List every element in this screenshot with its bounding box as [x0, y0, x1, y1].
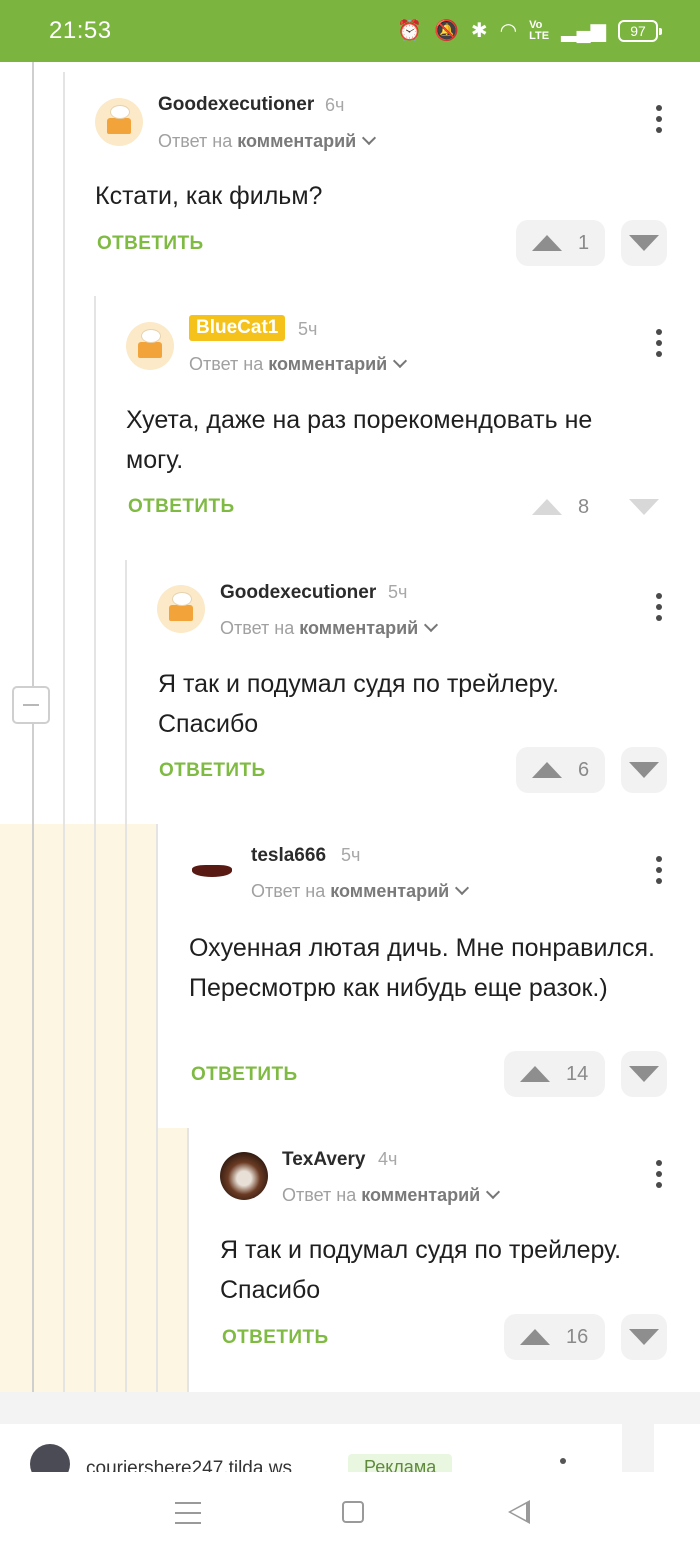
upvote-button[interactable]: 8: [516, 484, 605, 530]
ad-label: Реклама: [348, 1454, 453, 1472]
clock: 21:53: [49, 17, 112, 44]
more-options-icon[interactable]: [649, 105, 669, 135]
comment-author[interactable]: Goodexecutioner: [220, 582, 376, 604]
reply-button[interactable]: ОТВЕТИТЬ: [97, 233, 204, 255]
arrow-down-icon: [629, 1329, 659, 1345]
reply-button[interactable]: ОТВЕТИТЬ: [191, 1064, 298, 1086]
comment-time: 4ч: [378, 1149, 398, 1169]
arrow-down-icon: [629, 499, 659, 515]
arrow-down-icon: [629, 762, 659, 778]
ad-more-icon[interactable]: [560, 1458, 566, 1464]
ad-domain[interactable]: couriershere247.tilda.ws: [86, 1458, 292, 1472]
arrow-up-icon: [532, 499, 562, 515]
status-icons: ⏰ 🔕 ✱ ◠ Vo LTE ▂▄▆ 97: [397, 18, 662, 44]
avatar[interactable]: [95, 98, 143, 146]
battery-icon: 97: [618, 20, 662, 42]
arrow-up-icon: [532, 762, 562, 778]
chevron-down-icon: [455, 880, 470, 896]
system-nav-bar: [0, 1472, 700, 1556]
more-options-icon[interactable]: [649, 593, 669, 623]
chevron-down-icon: [393, 353, 408, 369]
upvote-button[interactable]: 14: [504, 1051, 605, 1097]
arrow-up-icon: [520, 1329, 550, 1345]
more-options-icon[interactable]: [649, 1160, 669, 1190]
thread-line: [187, 1128, 189, 1392]
arrow-up-icon: [532, 235, 562, 251]
comment-text: Кстати, как фильм?: [95, 182, 323, 210]
chevron-down-icon: [486, 1184, 501, 1200]
arrow-up-icon: [520, 1066, 550, 1082]
downvote-button[interactable]: [621, 1314, 667, 1360]
ad-block: couriershere247.tilda.ws Реклама: [0, 1392, 700, 1472]
comment-author[interactable]: tesla666: [251, 845, 326, 867]
ad-logo-icon: [30, 1444, 70, 1472]
highlight-band: [0, 824, 157, 1128]
comment-author[interactable]: TexAvery: [282, 1149, 365, 1171]
avatar[interactable]: [157, 585, 205, 633]
reply-to-link[interactable]: Ответ на комментарий: [220, 617, 439, 639]
reply-to-link[interactable]: Ответ на комментарий: [158, 130, 377, 152]
upvote-button[interactable]: 1: [516, 220, 605, 266]
wifi-icon: ◠: [499, 20, 518, 42]
comment-text: Я так и подумал судя по трейлеру. Спасиб…: [220, 1236, 622, 1304]
more-options-icon[interactable]: [649, 329, 669, 359]
comment-text: Охуенная лютая дичь. Мне понравился. Пер…: [189, 934, 655, 1002]
arrow-down-icon: [629, 235, 659, 251]
thread-line: [125, 560, 127, 1392]
thread-line: [94, 296, 96, 1392]
chevron-down-icon: [362, 130, 377, 146]
avatar[interactable]: [220, 1152, 268, 1200]
downvote-button[interactable]: [621, 220, 667, 266]
chevron-down-icon: [424, 617, 439, 633]
volte-icon: Vo LTE: [529, 19, 550, 42]
vote-score: 1: [578, 232, 590, 254]
ad-card[interactable]: couriershere247.tilda.ws Реклама: [0, 1424, 622, 1472]
comment-author[interactable]: Goodexecutioner: [158, 94, 314, 116]
mute-icon: 🔕: [433, 20, 459, 42]
ad-card[interactable]: [654, 1424, 700, 1472]
vote-score: 6: [578, 759, 590, 781]
vote-score: 14: [566, 1063, 589, 1085]
reply-button[interactable]: ОТВЕТИТЬ: [159, 760, 266, 782]
home-icon[interactable]: [342, 1501, 364, 1523]
downvote-button[interactable]: [621, 484, 667, 530]
bluetooth-icon: ✱: [470, 20, 488, 42]
collapse-thread-button[interactable]: [12, 686, 50, 724]
back-icon[interactable]: [508, 1500, 530, 1524]
comment-time: 5ч: [388, 582, 408, 602]
alarm-icon: ⏰: [397, 20, 422, 42]
thread-line: [156, 824, 158, 1392]
recent-apps-icon[interactable]: [175, 1502, 201, 1524]
comment-time: 6ч: [325, 95, 345, 115]
avatar[interactable]: [188, 848, 236, 896]
reply-to-link[interactable]: Ответ на комментарий: [251, 880, 470, 902]
comment-thread: Goodexecutioner 6ч Ответ на комментарий …: [0, 62, 700, 1392]
status-bar: 21:53 ⏰ 🔕 ✱ ◠ Vo LTE ▂▄▆ 97: [0, 0, 700, 62]
thread-line: [63, 72, 65, 1392]
comment-text: Я так и подумал судя по трейлеру. Спасиб…: [158, 670, 560, 738]
downvote-button[interactable]: [621, 747, 667, 793]
more-options-icon[interactable]: [649, 856, 669, 886]
reply-button[interactable]: ОТВЕТИТЬ: [222, 1327, 329, 1349]
comment-time: 5ч: [298, 319, 318, 339]
reply-to-link[interactable]: Ответ на комментарий: [282, 1184, 501, 1206]
downvote-button[interactable]: [621, 1051, 667, 1097]
arrow-down-icon: [629, 1066, 659, 1082]
vote-score: 8: [578, 496, 590, 518]
signal-icon: ▂▄▆: [561, 20, 606, 42]
reply-button[interactable]: ОТВЕТИТЬ: [128, 496, 235, 518]
upvote-button[interactable]: 6: [516, 747, 605, 793]
upvote-button[interactable]: 16: [504, 1314, 605, 1360]
comment-text: Хуета, даже на раз порекомендовать не мо…: [126, 406, 593, 474]
reply-to-link[interactable]: Ответ на комментарий: [189, 353, 408, 375]
vote-score: 16: [566, 1326, 589, 1348]
comment-time: 5ч: [341, 845, 361, 865]
thread-line: [32, 62, 34, 1392]
comment-author[interactable]: BlueCat1: [189, 315, 286, 341]
avatar[interactable]: [126, 322, 174, 370]
